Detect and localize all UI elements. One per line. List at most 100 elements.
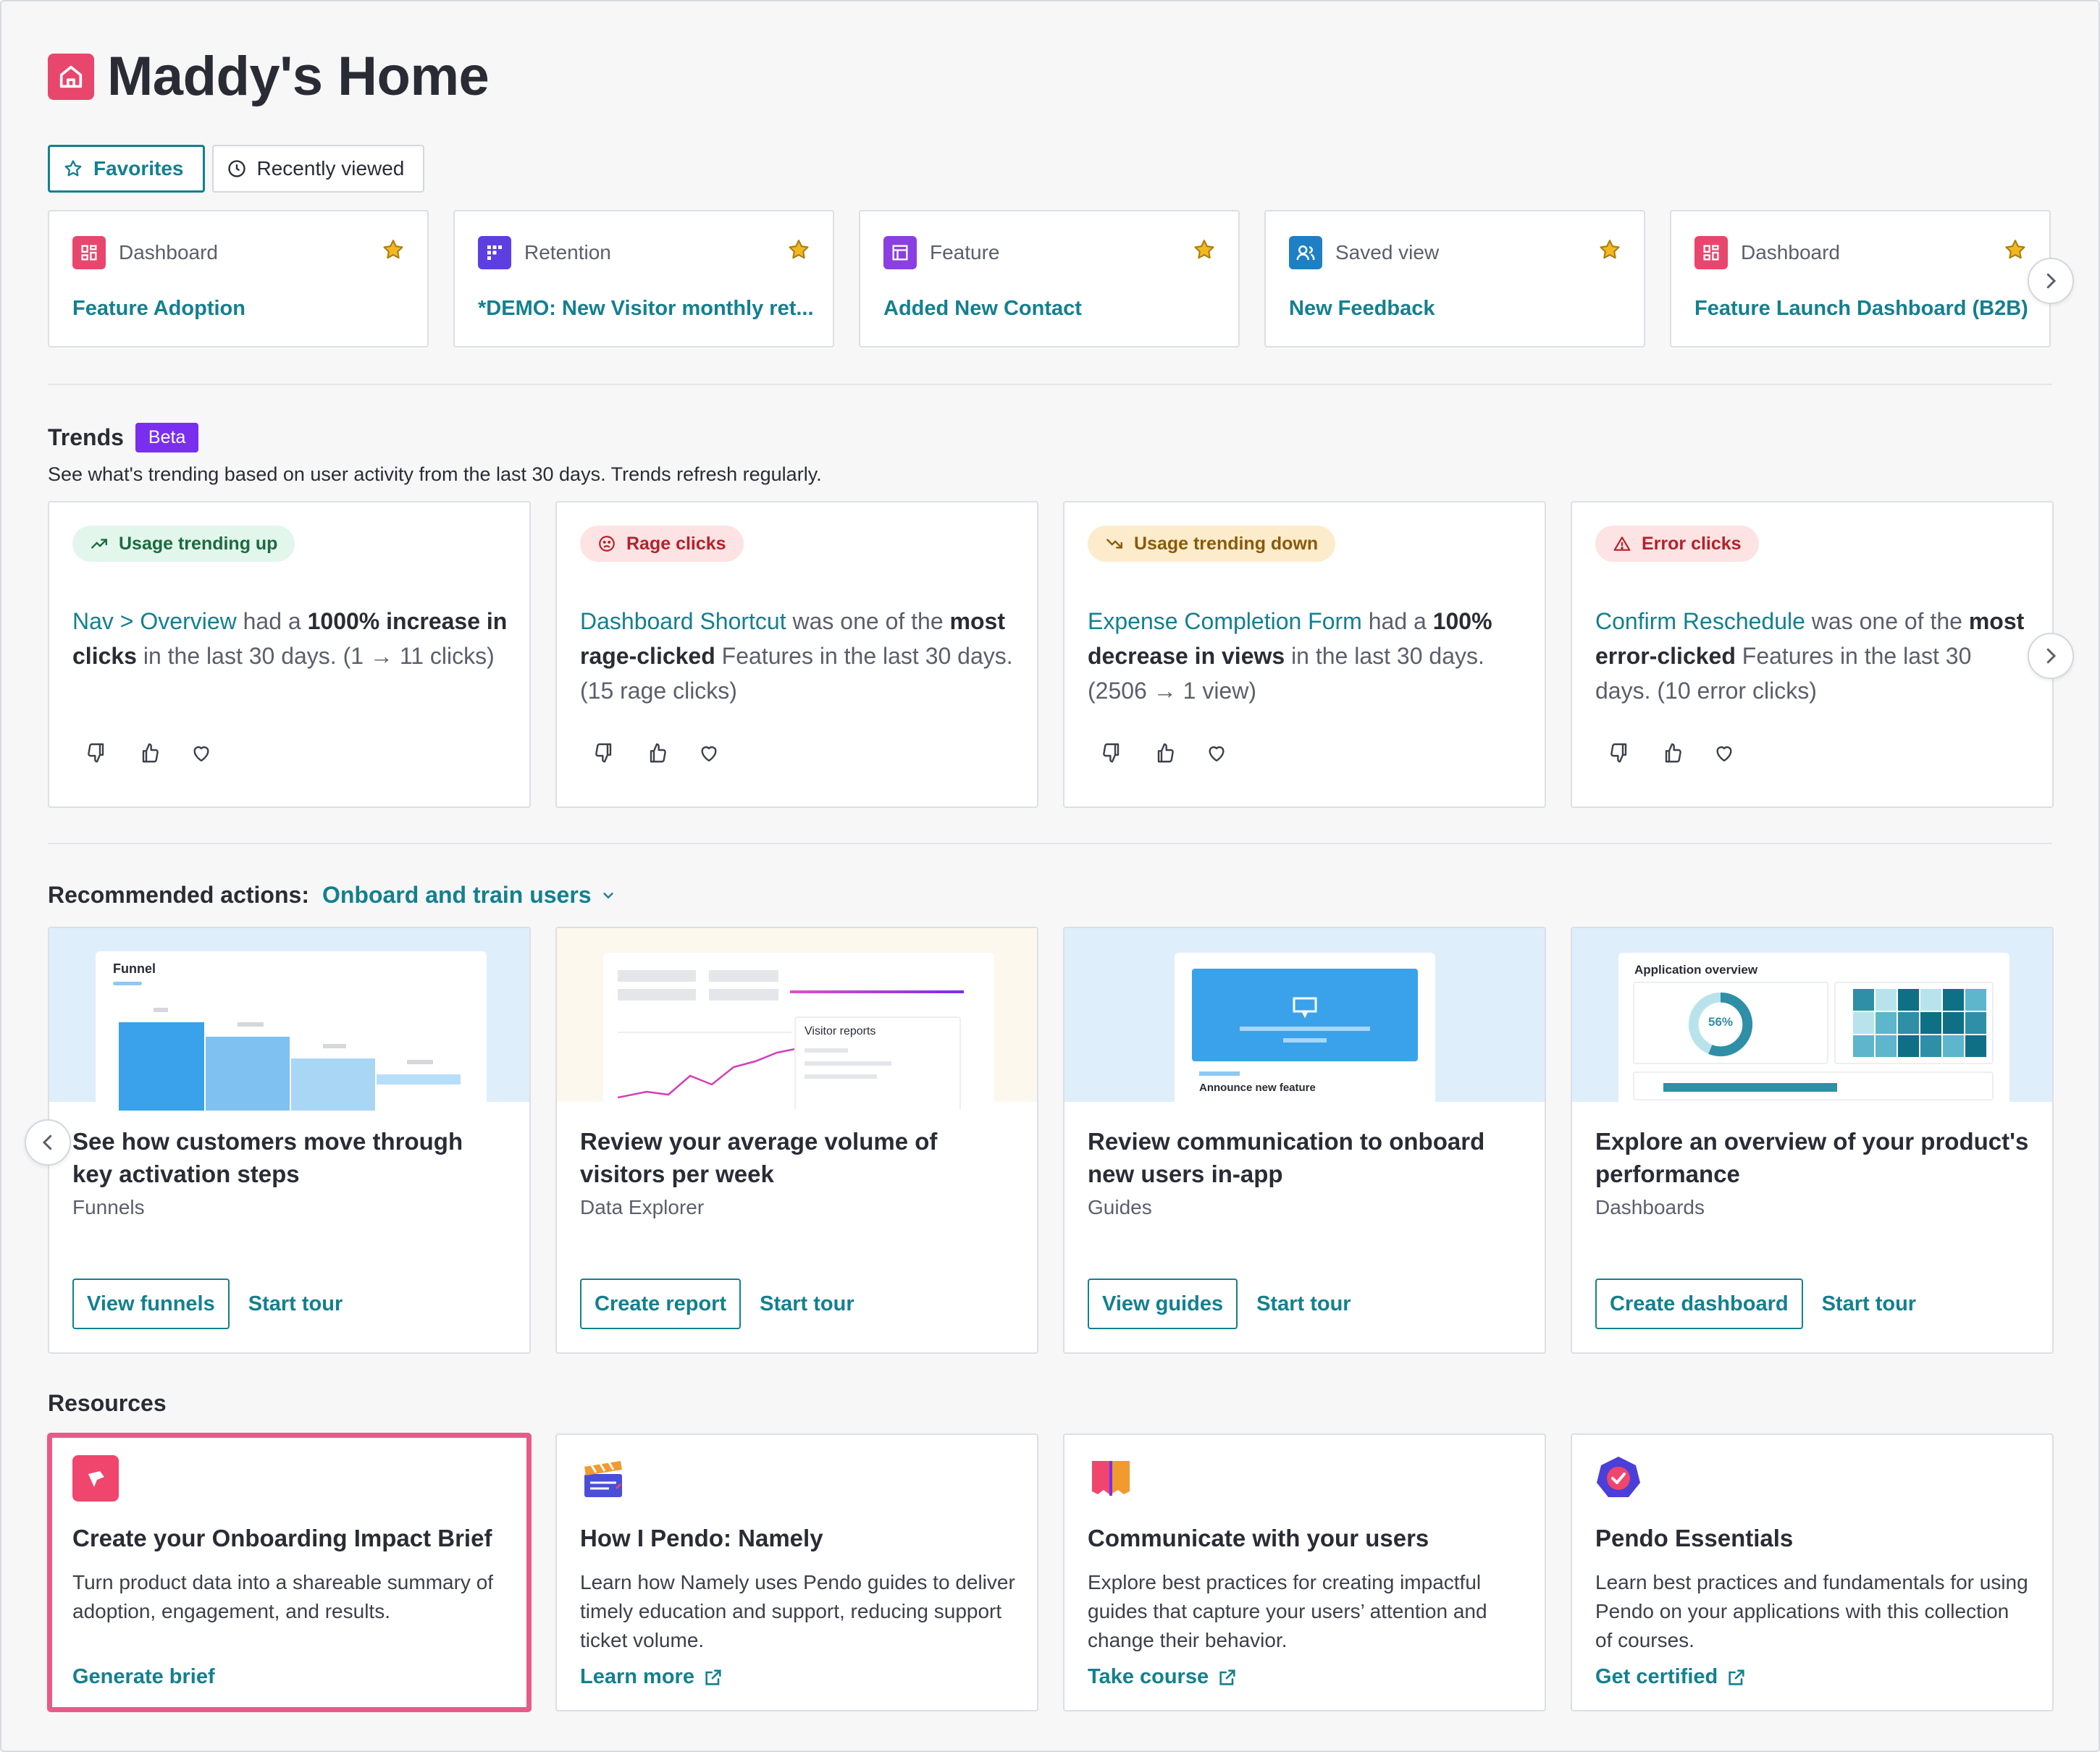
favorite-type-label: Saved view	[1335, 241, 1440, 264]
preview-panel: Application overview 56%	[1618, 953, 2009, 1109]
retention-icon	[478, 236, 511, 269]
create-dashboard-button[interactable]: Create dashboard	[1595, 1279, 1803, 1329]
preview-tick	[407, 1060, 433, 1064]
trends-next-button[interactable]	[2028, 633, 2074, 679]
start-tour-link[interactable]: Start tour	[1822, 1292, 1917, 1316]
thumbs-up-icon[interactable]	[1151, 740, 1177, 766]
heart-icon[interactable]	[1711, 740, 1737, 766]
trending-down-icon	[1106, 539, 1122, 549]
favorites-next-button[interactable]	[2028, 258, 2074, 304]
take-course-link[interactable]: Take course	[1088, 1665, 1238, 1689]
heart-icon[interactable]	[696, 740, 722, 766]
thumbs-down-icon[interactable]	[1607, 740, 1633, 766]
resource-card: Pendo Essentials Learn best practices an…	[1571, 1433, 2054, 1711]
trend-link[interactable]: Confirm Reschedule	[1595, 608, 1805, 634]
favorite-card[interactable]: Saved view New Feedback	[1264, 210, 1645, 348]
trend-text-part: had a	[1361, 608, 1433, 634]
favorite-name-link[interactable]: Feature Adoption	[72, 297, 245, 321]
resource-link-label: Learn more	[580, 1665, 694, 1688]
star-filled-icon[interactable]	[786, 237, 811, 262]
recommended-select[interactable]: Onboard and train users	[322, 882, 616, 909]
trending-up-icon	[91, 539, 107, 549]
chevron-right-icon	[2046, 648, 2057, 664]
funnel-bar	[291, 1058, 375, 1111]
star-filled-icon[interactable]	[1597, 237, 1622, 262]
recommended-heading-text: Review your average volume of visitors p…	[580, 1128, 938, 1187]
resource-description: Learn best practices and fundamentals fo…	[1595, 1571, 2028, 1651]
bar-panel	[1633, 1071, 1994, 1100]
heatmap-panel	[1834, 982, 1994, 1064]
data-explorer-preview-image: Visitor reports	[557, 928, 1037, 1109]
trend-detail: (15 rage clicks)	[580, 678, 737, 704]
feedback-buttons	[84, 740, 214, 766]
favorite-card[interactable]: Dashboard Feature Launch Dashboard (B2B)	[1670, 210, 2051, 348]
thumbs-down-icon[interactable]	[592, 740, 618, 766]
favorite-type: Dashboard	[72, 236, 218, 269]
thumbs-up-icon[interactable]	[644, 740, 670, 766]
tab-recently-viewed[interactable]: Recently viewed	[211, 145, 425, 193]
preview-block	[709, 989, 778, 1001]
brief-icon	[72, 1455, 119, 1502]
donut-value: 56%	[1708, 1015, 1734, 1029]
recommended-select-value: Onboard and train users	[322, 882, 592, 908]
thumbs-up-icon[interactable]	[136, 740, 162, 766]
frown-icon	[599, 536, 615, 552]
favorite-name-link[interactable]: New Feedback	[1289, 297, 1435, 321]
generate-brief-link[interactable]: Generate brief	[72, 1665, 215, 1689]
thumbs-up-icon[interactable]	[1659, 740, 1685, 766]
star-filled-icon[interactable]	[1192, 237, 1217, 262]
star-filled-icon[interactable]	[381, 237, 406, 262]
trends-heading: Trends Beta	[48, 423, 199, 452]
favorite-card[interactable]: Dashboard Feature Adoption	[48, 210, 429, 348]
thumbs-down-icon[interactable]	[1099, 740, 1125, 766]
warning-icon	[1613, 536, 1631, 551]
trend-card: Usage trending down Expense Completion F…	[1063, 501, 1546, 808]
favorite-name-link[interactable]: Feature Launch Dashboard (B2B)	[1694, 297, 2028, 321]
start-tour-link[interactable]: Start tour	[760, 1292, 854, 1316]
view-funnels-button[interactable]: View funnels	[72, 1279, 230, 1329]
heart-icon[interactable]	[1204, 740, 1230, 766]
favorite-type-label: Retention	[524, 241, 611, 264]
recommended-prev-button[interactable]	[25, 1119, 71, 1166]
section-divider	[48, 843, 2052, 844]
learn-more-link[interactable]: Learn more	[580, 1665, 723, 1689]
favorite-card[interactable]: Feature Added New Contact	[859, 210, 1240, 348]
favorite-type: Feature	[883, 236, 1000, 269]
trend-pill: Error clicks	[1595, 526, 1759, 562]
trends-row: Usage trending up Nav > Overview had a 1…	[48, 501, 2054, 808]
thumbs-down-icon[interactable]	[84, 740, 110, 766]
favorite-card[interactable]: Retention *DEMO: New Visitor monthly ret…	[453, 210, 834, 348]
recommended-heading-text: See how customers move through key activ…	[72, 1128, 463, 1187]
preview-gradient-line	[790, 990, 964, 993]
chat-icon	[1293, 997, 1317, 1018]
start-tour-link[interactable]: Start tour	[1256, 1292, 1351, 1316]
line-chart-sketch	[618, 1032, 806, 1099]
home-tabs: Favorites Recently viewed	[48, 145, 425, 193]
resources-title: Resources	[48, 1390, 167, 1416]
recommended-actions: Create dashboard Start tour	[1595, 1279, 1916, 1329]
start-tour-link[interactable]: Start tour	[248, 1292, 343, 1316]
trend-link[interactable]: Nav > Overview	[72, 608, 237, 634]
heart-icon[interactable]	[188, 740, 214, 766]
favorite-name-link[interactable]: *DEMO: New Visitor monthly ret...	[478, 297, 814, 321]
tab-favorites[interactable]: Favorites	[48, 145, 205, 193]
trend-card: Error clicks Confirm Reschedule was one …	[1571, 501, 2054, 808]
trend-link[interactable]: Dashboard Shortcut	[580, 608, 786, 634]
dashboard-icon	[1694, 236, 1728, 269]
create-report-button[interactable]: Create report	[580, 1279, 742, 1329]
funnel-bar	[119, 1022, 204, 1111]
trend-card: Rage clicks Dashboard Shortcut was one o…	[555, 501, 1038, 808]
preview-tick	[323, 1044, 346, 1048]
trend-text-part: had a	[236, 608, 308, 634]
favorite-type: Saved view	[1289, 236, 1439, 269]
recommended-actions: View funnels Start tour	[72, 1279, 343, 1329]
chevron-right-icon	[2046, 273, 2057, 289]
get-certified-link[interactable]: Get certified	[1595, 1665, 1747, 1689]
external-link-icon	[1729, 1669, 1744, 1685]
recommended-label: Recommended actions:	[48, 882, 309, 908]
resource-heading: Communicate with your users	[1088, 1525, 1429, 1551]
view-guides-button[interactable]: View guides	[1088, 1279, 1238, 1329]
favorite-name-link[interactable]: Added New Contact	[883, 297, 1082, 321]
star-filled-icon[interactable]	[2003, 237, 2028, 262]
trend-link[interactable]: Expense Completion Form	[1088, 608, 1362, 634]
